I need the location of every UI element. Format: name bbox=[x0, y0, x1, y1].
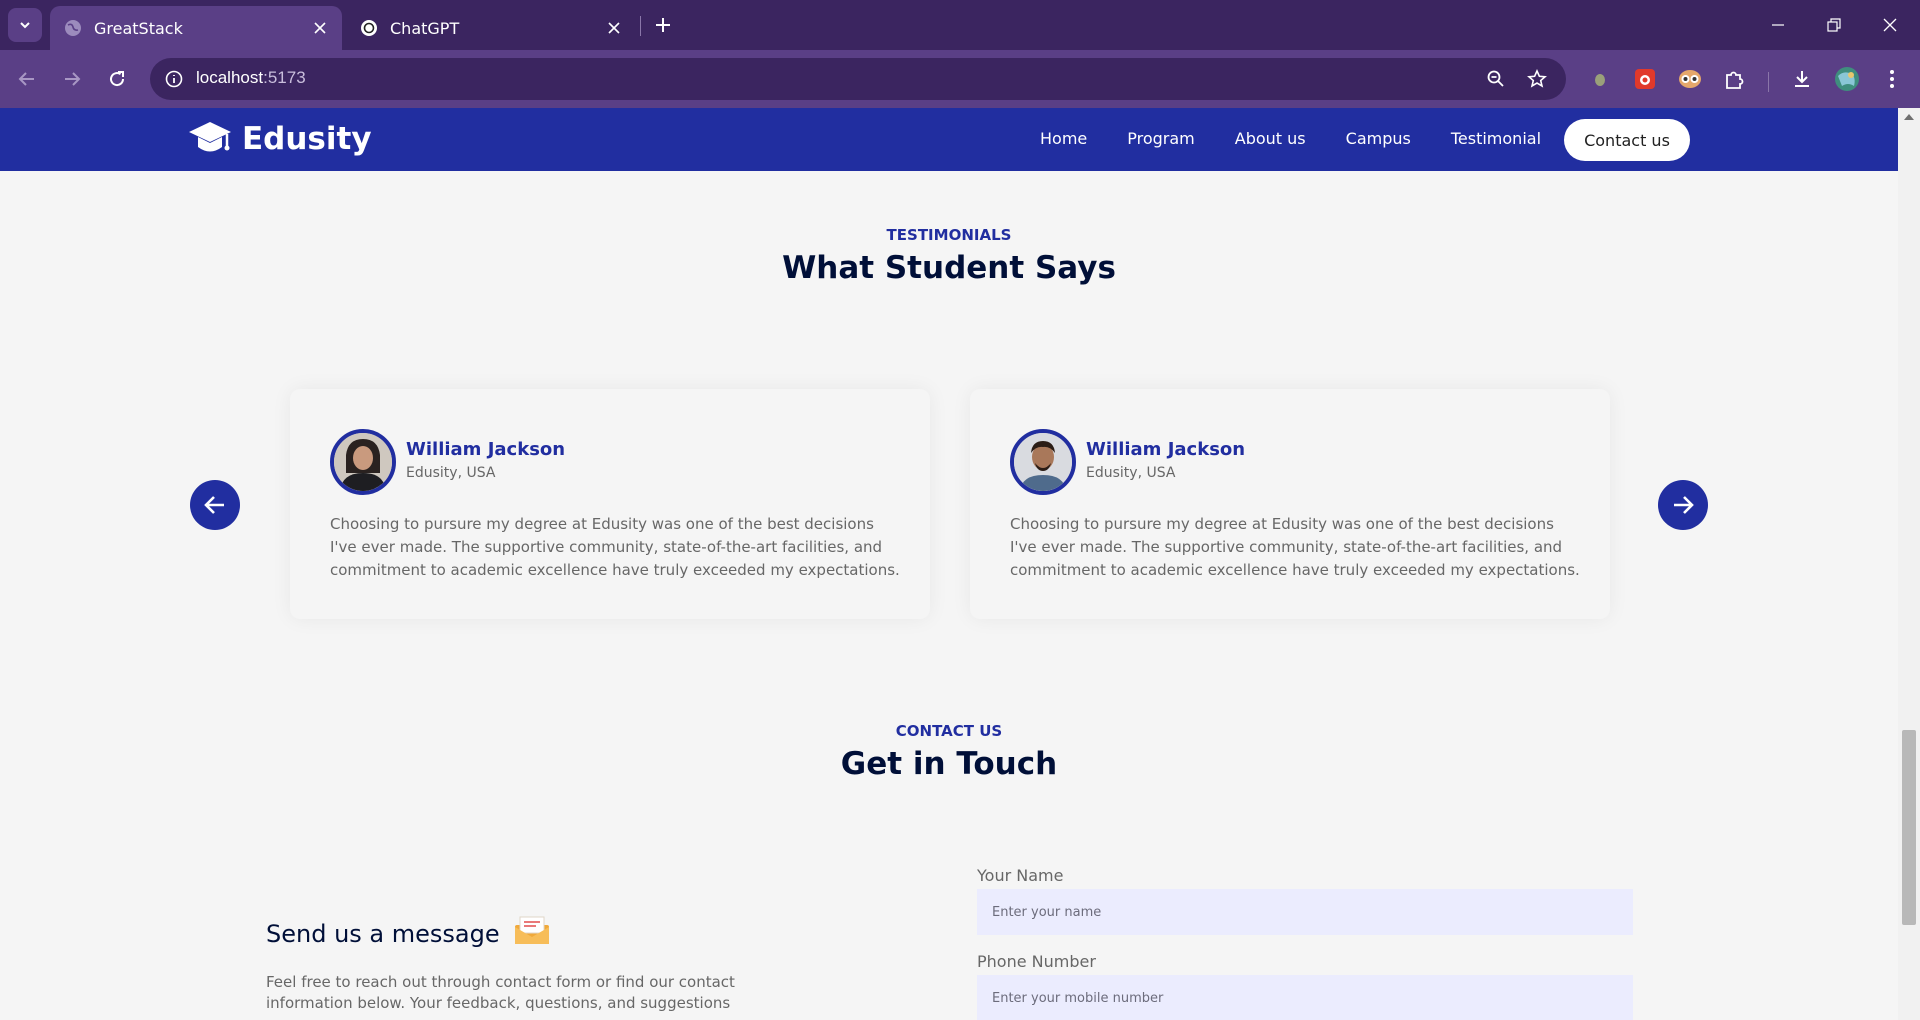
send-message-text: Feel free to reach out through contact f… bbox=[266, 973, 735, 1012]
chatgpt-icon bbox=[360, 19, 378, 37]
site-logo[interactable]: Edusity bbox=[188, 120, 372, 158]
student-avatar bbox=[1010, 429, 1076, 495]
profile-avatar-icon[interactable] bbox=[1832, 64, 1862, 94]
close-tab-icon[interactable] bbox=[306, 14, 334, 42]
student-name: William Jackson bbox=[406, 439, 566, 460]
address-bar[interactable]: localhost:5173 bbox=[150, 58, 1566, 100]
arrow-right-icon bbox=[65, 72, 81, 86]
bookmark-star-icon[interactable] bbox=[1525, 67, 1549, 91]
send-message-title: Send us a message bbox=[266, 920, 500, 948]
new-tab-button[interactable] bbox=[648, 10, 678, 40]
page-viewport: Edusity Home Program About us Campus Tes… bbox=[0, 108, 1920, 1020]
nav-links: Home Program About us Campus Testimonial bbox=[1040, 129, 1581, 148]
envelope-icon bbox=[514, 916, 549, 944]
arrow-left-icon bbox=[18, 72, 34, 86]
testimonials-title: What Student Says bbox=[782, 250, 1116, 286]
browser-menu-icon[interactable] bbox=[1877, 64, 1907, 94]
tab-chatgpt[interactable]: ChatGPT bbox=[346, 6, 636, 50]
scroll-thumb[interactable] bbox=[1902, 730, 1916, 925]
close-icon bbox=[1883, 18, 1897, 32]
restore-icon bbox=[1827, 18, 1841, 32]
phone-input[interactable] bbox=[977, 975, 1633, 1020]
chevron-down-icon bbox=[20, 22, 30, 29]
nav-campus[interactable]: Campus bbox=[1346, 129, 1411, 148]
logo-text: Edusity bbox=[242, 121, 372, 157]
student-name: William Jackson bbox=[1086, 439, 1246, 460]
contact-subtitle: CONTACT US bbox=[895, 722, 1003, 740]
reload-icon bbox=[110, 71, 125, 87]
extension-red-icon[interactable] bbox=[1630, 64, 1660, 94]
phone-label: Phone Number bbox=[977, 952, 1096, 971]
close-window-button[interactable] bbox=[1870, 8, 1910, 42]
graduation-cap-icon bbox=[189, 122, 231, 152]
contact-title: Get in Touch bbox=[840, 746, 1058, 782]
minimize-button[interactable] bbox=[1758, 8, 1798, 42]
student-location: Edusity, USA bbox=[406, 465, 496, 481]
nav-home[interactable]: Home bbox=[1040, 129, 1087, 148]
send-message-heading: Send us a message bbox=[266, 916, 550, 948]
close-tab-icon[interactable] bbox=[600, 14, 628, 42]
tab-divider bbox=[640, 16, 641, 36]
url-host: localhost bbox=[196, 68, 264, 87]
extension-owl-icon[interactable] bbox=[1675, 64, 1705, 94]
extension-dot-icon[interactable] bbox=[1585, 64, 1615, 94]
arrow-left-icon bbox=[204, 496, 224, 514]
testimonial-text: Choosing to pursure my degree at Edusity… bbox=[1010, 515, 1580, 579]
zoom-icon[interactable] bbox=[1484, 67, 1508, 91]
slider-prev-button[interactable] bbox=[190, 480, 240, 530]
extensions-puzzle-icon[interactable] bbox=[1720, 64, 1750, 94]
scroll-up-arrow[interactable] bbox=[1904, 114, 1914, 120]
name-input[interactable] bbox=[977, 889, 1633, 935]
site-info-icon[interactable] bbox=[162, 67, 186, 91]
tab-title: ChatGPT bbox=[390, 18, 460, 38]
name-label: Your Name bbox=[977, 866, 1064, 885]
nav-testimonial[interactable]: Testimonial bbox=[1451, 129, 1541, 148]
arrow-right-icon bbox=[1674, 496, 1694, 514]
page-scrollbar[interactable] bbox=[1898, 108, 1920, 1020]
tab-search-button[interactable] bbox=[8, 8, 42, 42]
student-avatar bbox=[330, 429, 396, 495]
testimonials-subtitle: TESTIMONIALS bbox=[886, 226, 1012, 244]
slider-next-button[interactable] bbox=[1658, 480, 1708, 530]
download-icon[interactable] bbox=[1787, 64, 1817, 94]
reload-button[interactable] bbox=[100, 62, 134, 96]
plus-icon bbox=[656, 18, 670, 32]
contact-us-button[interactable]: Contact us bbox=[1564, 119, 1690, 161]
tab-title: GreatStack bbox=[94, 18, 183, 38]
minimize-icon bbox=[1772, 24, 1784, 26]
restore-button[interactable] bbox=[1814, 8, 1854, 42]
url-text: localhost:5173 bbox=[196, 68, 306, 88]
browser-tab-bar: GreatStack ChatGPT bbox=[0, 0, 1920, 50]
nav-program[interactable]: Program bbox=[1127, 129, 1195, 148]
forward-button[interactable] bbox=[55, 62, 89, 96]
nav-about-us[interactable]: About us bbox=[1235, 129, 1306, 148]
testimonial-card: William Jackson Edusity, USA Choosing to… bbox=[970, 389, 1610, 619]
testimonial-text: Choosing to pursure my degree at Edusity… bbox=[330, 515, 900, 579]
site-navbar: Edusity Home Program About us Campus Tes… bbox=[0, 108, 1898, 171]
testimonial-card: William Jackson Edusity, USA Choosing to… bbox=[290, 389, 930, 619]
browser-toolbar: localhost:5173 bbox=[0, 50, 1920, 108]
student-location: Edusity, USA bbox=[1086, 465, 1176, 481]
url-port: :5173 bbox=[263, 68, 306, 87]
tab-greatstack[interactable]: GreatStack bbox=[50, 6, 342, 50]
toolbar-divider bbox=[1768, 72, 1769, 92]
back-button[interactable] bbox=[10, 62, 44, 96]
globe-icon bbox=[64, 19, 82, 37]
